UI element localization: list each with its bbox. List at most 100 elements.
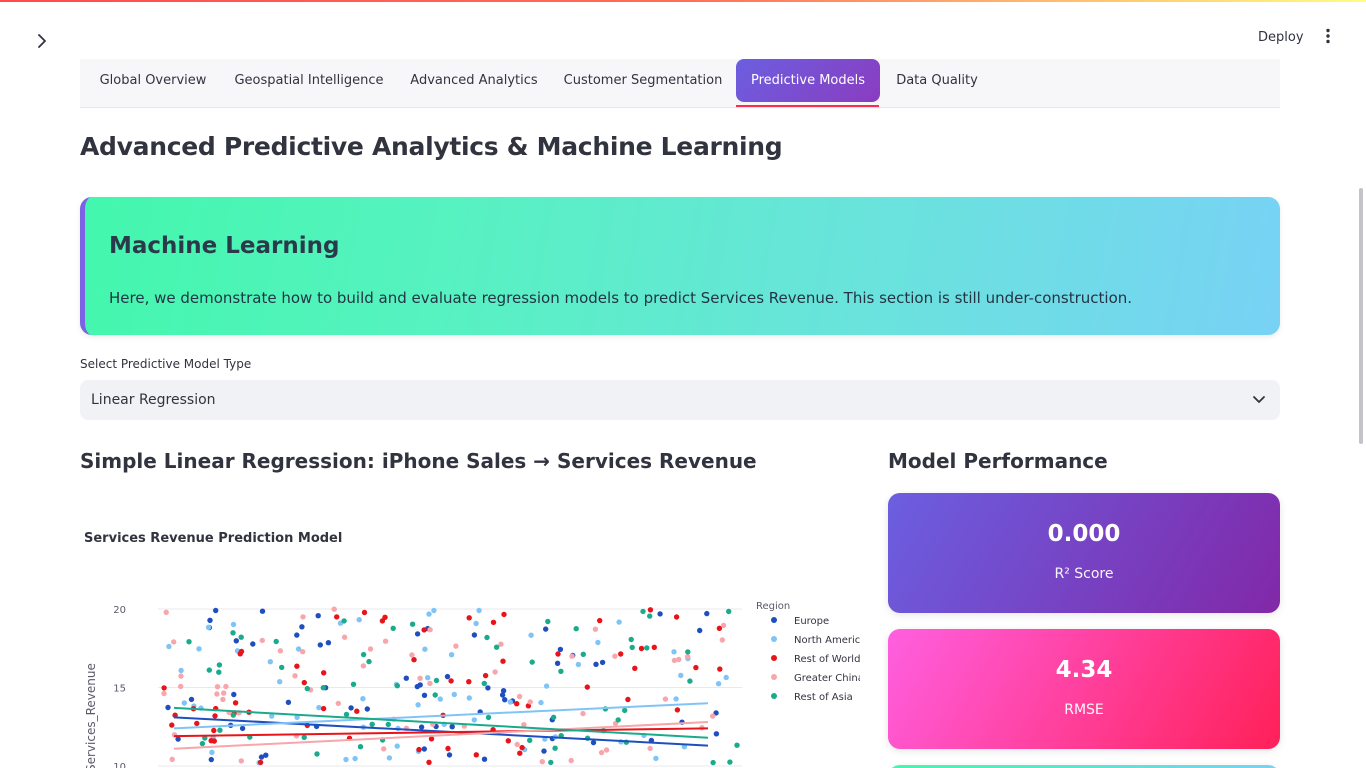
- scatter-point: [315, 613, 321, 619]
- scatter-point: [448, 652, 455, 658]
- scatter-point: [206, 667, 212, 673]
- scatter-point: [304, 685, 310, 692]
- scatter-point: [285, 699, 292, 705]
- scatter-point: [593, 661, 599, 667]
- regression-section-title: Simple Linear Regression: iPhone Sales →…: [80, 449, 757, 473]
- scatter-point: [595, 639, 601, 646]
- scatter-point: [292, 673, 298, 679]
- scatter-point: [622, 707, 628, 714]
- scatter-point: [385, 721, 391, 728]
- tab-predictive-models[interactable]: Predictive Models: [736, 59, 880, 102]
- scatter-point: [208, 738, 214, 744]
- scatter-point: [166, 643, 172, 650]
- scatter-point: [360, 651, 367, 658]
- scatter-point: [301, 734, 307, 740]
- scatter-point: [453, 643, 459, 649]
- scatter-point: [230, 712, 236, 718]
- tab-data-quality[interactable]: Data Quality: [886, 59, 988, 102]
- scatter-point: [417, 675, 423, 681]
- scatter-point: [554, 660, 561, 666]
- scatter-point: [485, 685, 491, 691]
- scatter-point: [573, 626, 579, 632]
- scatter-point: [625, 696, 631, 703]
- scatter-point: [466, 695, 472, 701]
- legend-marker: [771, 655, 777, 661]
- scatter-point: [294, 663, 300, 669]
- scatter-point: [169, 722, 175, 728]
- r2-score-card: 0.000 R² Score: [888, 493, 1280, 613]
- banner-title: Machine Learning: [109, 233, 340, 259]
- chevron-right-icon[interactable]: [30, 29, 54, 53]
- scatter-point: [343, 756, 349, 763]
- scatter-point: [331, 606, 337, 612]
- rmse-label: RMSE: [1064, 702, 1104, 718]
- legend-marker: [771, 636, 777, 642]
- legend-label: Greater China: [794, 673, 860, 684]
- scatter-point: [710, 713, 716, 719]
- scatter-point: [662, 696, 669, 702]
- y-axis-label: Services_Revenue: [84, 663, 98, 768]
- scatter-point: [214, 691, 220, 697]
- banner-text: Here, we demonstrate how to build and ev…: [109, 289, 1133, 307]
- scatter-point: [165, 704, 171, 711]
- r2-score-label: R² Score: [1054, 566, 1114, 582]
- r2-score-value: 0.000: [1047, 521, 1121, 547]
- scatter-point: [500, 688, 507, 694]
- more-vertical-icon[interactable]: [1316, 24, 1340, 48]
- regression-scatter-chart[interactable]: Services Revenue Prediction Model 20 15 10…: [80, 510, 860, 768]
- scatter-point: [644, 645, 650, 651]
- scatter-point: [550, 714, 557, 720]
- page-scrollbar[interactable]: [1359, 188, 1363, 444]
- legend-item[interactable]: Europe: [771, 616, 829, 627]
- scatter-point: [548, 759, 554, 766]
- model-select-value: Linear Regression: [91, 392, 216, 408]
- scatter-point: [360, 696, 366, 702]
- tab-customer-segmentation[interactable]: Customer Segmentation: [556, 59, 730, 102]
- scatter-point: [212, 713, 218, 719]
- legend-marker: [771, 617, 777, 623]
- deploy-button[interactable]: Deploy: [1248, 24, 1314, 50]
- tab-geospatial-intelligence[interactable]: Geospatial Intelligence: [226, 59, 392, 102]
- tab-advanced-analytics[interactable]: Advanced Analytics: [392, 59, 556, 102]
- legend-item[interactable]: Rest of World: [771, 654, 860, 665]
- legend-item[interactable]: Rest of Asia: [771, 692, 853, 703]
- rmse-value: 4.34: [1055, 657, 1113, 683]
- scatter-point: [186, 639, 192, 645]
- scatter-point: [616, 619, 622, 625]
- scatter-point: [421, 692, 428, 698]
- scatter-point: [466, 679, 472, 685]
- trend-line: [173, 706, 709, 739]
- scatter-point: [647, 745, 653, 752]
- scatter-point: [519, 744, 525, 751]
- scatter-point: [223, 683, 229, 690]
- scatter-point: [415, 702, 421, 708]
- legend-item[interactable]: North America: [771, 635, 860, 646]
- scatter-point: [674, 707, 681, 713]
- scatter-point: [671, 649, 677, 655]
- scatter-point: [715, 681, 722, 687]
- scatter-point: [719, 637, 725, 643]
- scatter-point: [704, 610, 710, 617]
- scatter-point: [178, 683, 184, 690]
- scatter-point: [466, 615, 472, 621]
- scatter-point: [575, 661, 582, 668]
- legend-label: Europe: [794, 616, 829, 627]
- model-type-select[interactable]: Linear Regression: [80, 380, 1280, 420]
- scatter-point: [267, 659, 273, 665]
- scatter-point: [451, 691, 457, 698]
- scatter-point: [300, 614, 306, 620]
- scatter-point: [482, 672, 489, 679]
- scatter-point: [360, 663, 367, 669]
- scatter-point: [403, 675, 409, 681]
- scatter-point: [208, 756, 214, 763]
- scatter-point: [552, 745, 558, 751]
- scatter-point: [334, 614, 340, 620]
- scatter-point: [569, 653, 575, 659]
- info-banner: Machine Learning Here, we demonstrate ho…: [80, 197, 1280, 335]
- scatter-point: [539, 759, 545, 765]
- scatter-point: [257, 759, 264, 766]
- legend-item[interactable]: Greater China: [771, 673, 860, 684]
- y-tick-label: 15: [113, 684, 126, 695]
- tab-global-overview[interactable]: Global Overview: [80, 59, 226, 102]
- scatter-point: [541, 748, 547, 754]
